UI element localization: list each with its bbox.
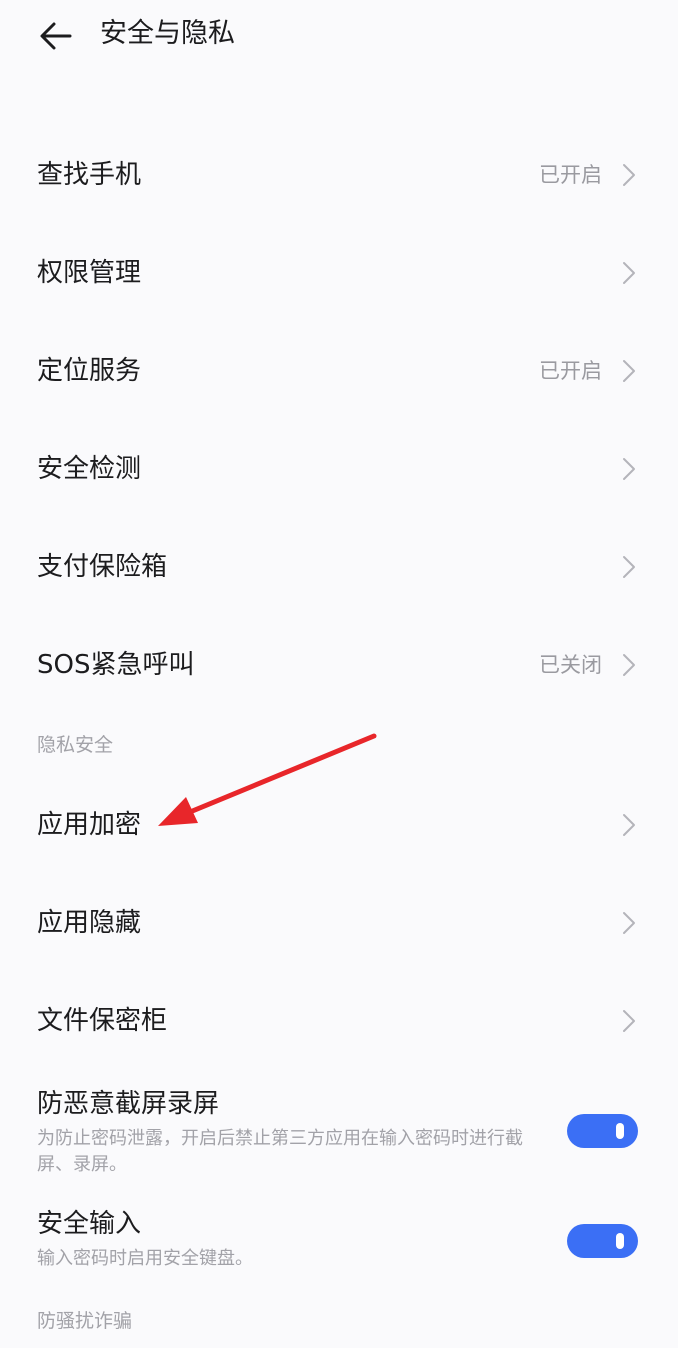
setting-find-phone[interactable]: 查找手机 已开启 [0, 129, 678, 221]
toggle-description: 输入密码时启用安全键盘。 [37, 1248, 253, 1269]
chevron-right-icon [622, 359, 636, 383]
setting-secure-input: 安全输入 输入密码时启用安全键盘。 [0, 1206, 678, 1278]
setting-permission-management[interactable]: 权限管理 [0, 227, 678, 319]
setting-label: 安全检测 [37, 454, 142, 484]
status-text: 已开启 [539, 163, 602, 187]
status-text: 已开启 [539, 359, 602, 383]
setting-file-safe[interactable]: 文件保密柜 [0, 975, 678, 1067]
section-header-fraud: 防骚扰诈骗 [37, 1310, 133, 1332]
setting-label: 支付保险箱 [37, 552, 168, 582]
chevron-right-icon [622, 1009, 636, 1033]
setting-label: 应用加密 [37, 810, 142, 840]
switch-knob [616, 1123, 624, 1139]
toggle-description: 为防止密码泄露，开启后禁止第三方应用在输入密码时进行截屏、录屏。 [37, 1128, 523, 1175]
chevron-right-icon [622, 163, 636, 187]
setting-location-service[interactable]: 定位服务 已开启 [0, 325, 678, 417]
chevron-right-icon [622, 261, 636, 285]
chevron-right-icon [622, 555, 636, 579]
section-header-privacy: 隐私安全 [37, 734, 114, 756]
back-button[interactable] [36, 16, 76, 56]
setting-sos-call[interactable]: SOS紧急呼叫 已关闭 [0, 619, 678, 711]
switch-knob [616, 1233, 624, 1249]
arrow-left-icon [36, 16, 76, 56]
setting-label: 定位服务 [37, 356, 142, 386]
chevron-right-icon [622, 911, 636, 935]
toggle-title: 安全输入 [37, 1209, 142, 1239]
setting-label: 文件保密柜 [37, 1006, 168, 1036]
setting-label: SOS紧急呼叫 [37, 650, 195, 680]
page-title: 安全与隐私 [100, 18, 235, 49]
setting-anti-screenshot: 防恶意截屏录屏 为防止密码泄露，开启后禁止第三方应用在输入密码时进行截屏、录屏。 [0, 1086, 678, 1182]
setting-label: 权限管理 [37, 258, 142, 288]
toggle-title: 防恶意截屏录屏 [37, 1089, 220, 1119]
chevron-right-icon [622, 653, 636, 677]
setting-label: 查找手机 [37, 160, 142, 190]
status-text: 已关闭 [539, 653, 602, 677]
setting-label: 应用隐藏 [37, 908, 142, 938]
setting-app-hiding[interactable]: 应用隐藏 [0, 877, 678, 969]
setting-app-encryption[interactable]: 应用加密 [0, 779, 678, 871]
setting-security-check[interactable]: 安全检测 [0, 423, 678, 515]
app-bar: 安全与隐私 [0, 0, 678, 72]
chevron-right-icon [622, 457, 636, 481]
secure-input-switch[interactable] [567, 1224, 638, 1258]
chevron-right-icon [622, 813, 636, 837]
anti-screenshot-switch[interactable] [567, 1114, 638, 1148]
setting-payment-safe[interactable]: 支付保险箱 [0, 521, 678, 613]
